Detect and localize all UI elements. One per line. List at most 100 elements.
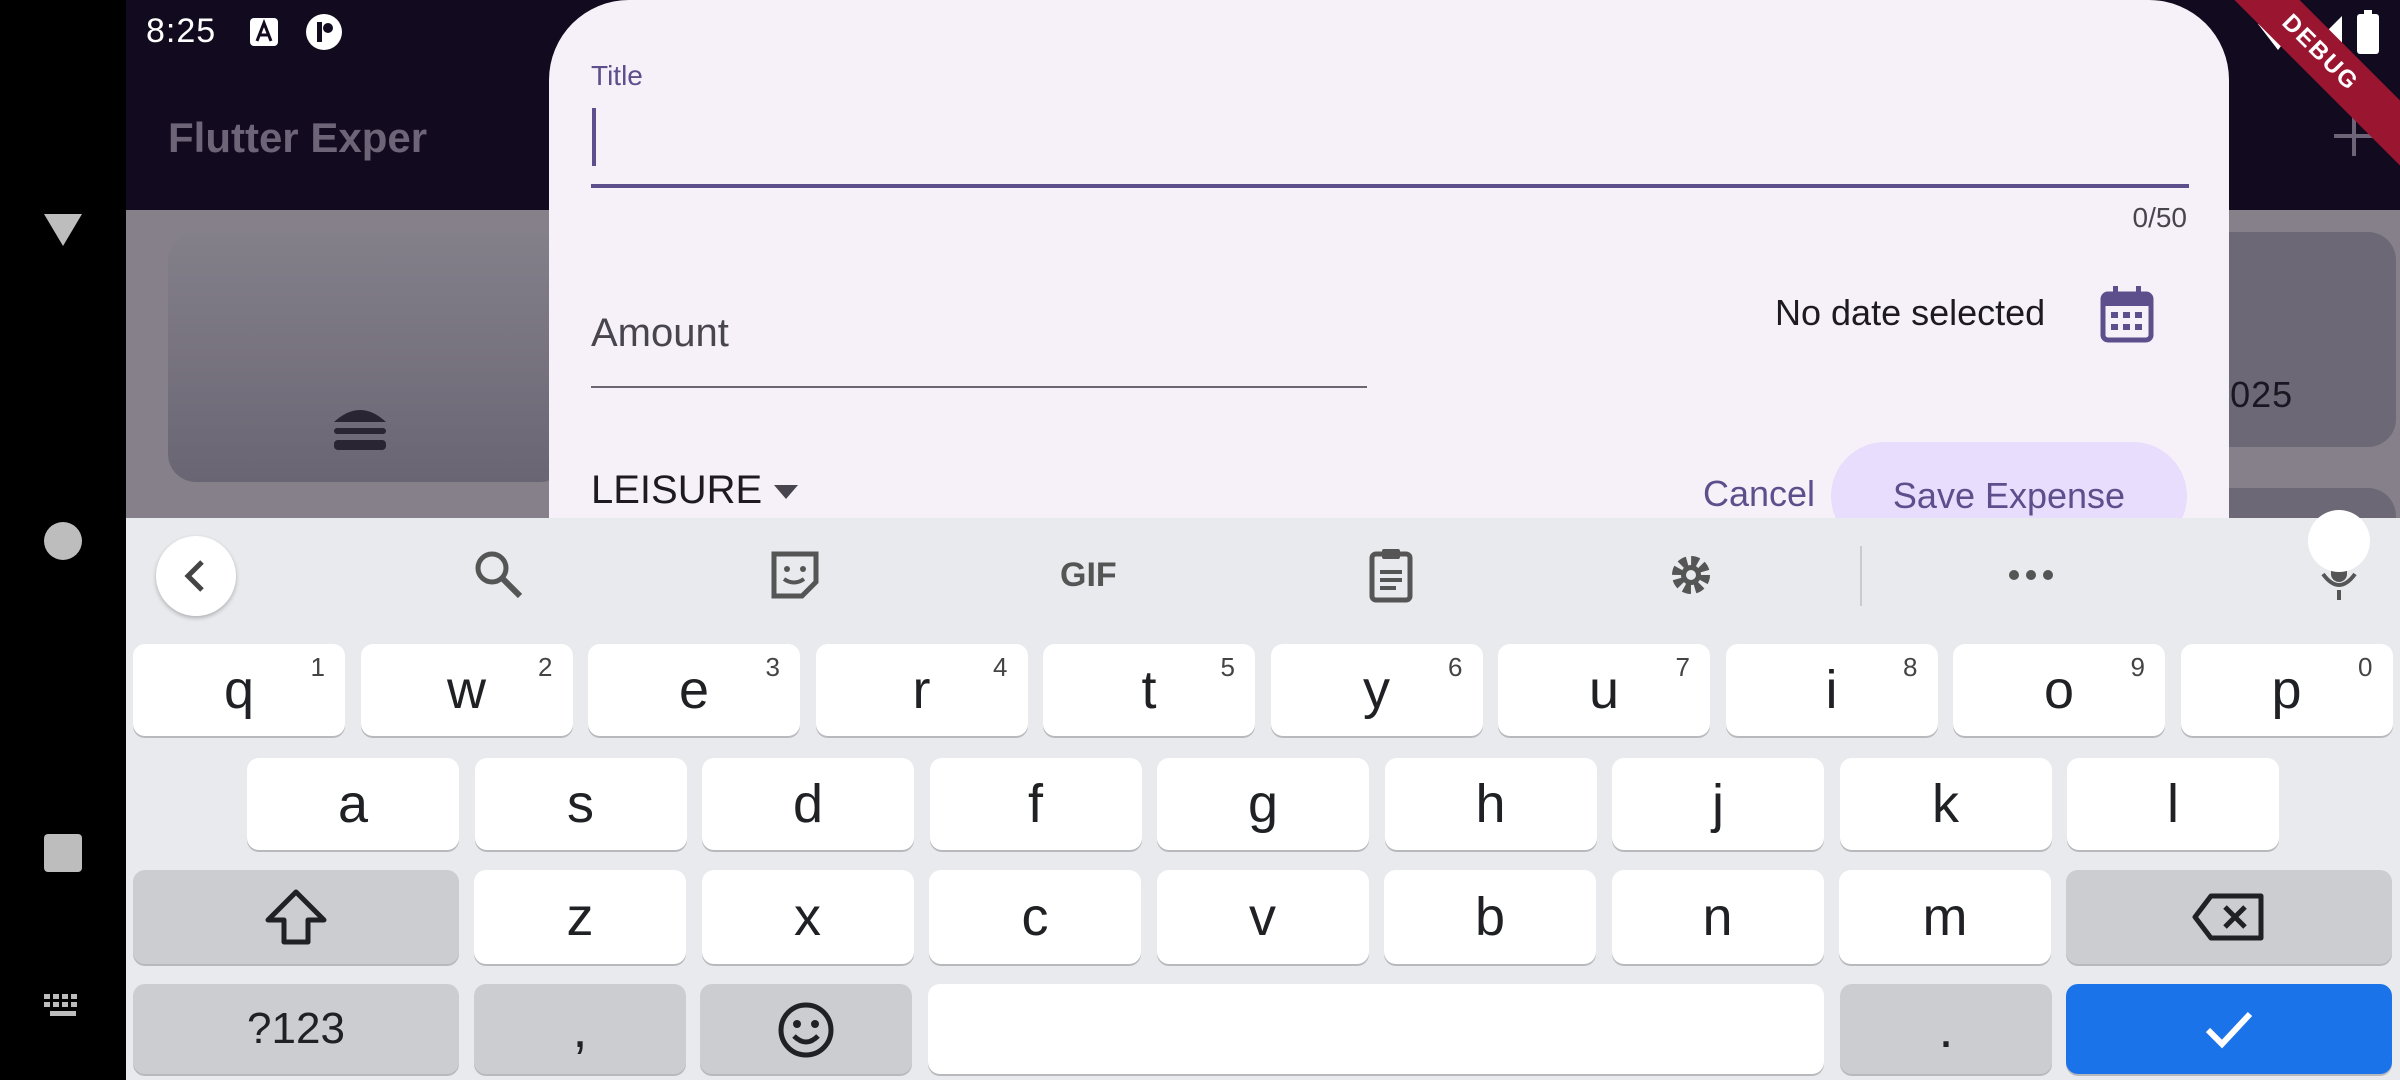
key-z[interactable]: z	[474, 870, 686, 964]
key-l[interactable]: l	[2067, 758, 2279, 850]
key-p[interactable]: p0	[2180, 644, 2393, 736]
check-icon	[2205, 1011, 2253, 1049]
burger-icon	[334, 410, 386, 450]
key-y[interactable]: y6	[1270, 644, 1483, 736]
emoji-key[interactable]	[700, 984, 912, 1074]
home-circle-icon[interactable]	[42, 520, 84, 562]
more-icon[interactable]	[2002, 546, 2060, 604]
clipboard-icon[interactable]	[1362, 546, 1420, 604]
key-label: h	[1475, 774, 1506, 834]
category-dropdown[interactable]: LEISURE	[591, 468, 762, 513]
key-label: x	[794, 887, 821, 947]
gif-icon[interactable]: GIF	[1060, 546, 1140, 604]
key-hint: 3	[765, 652, 780, 682]
calendar-icon[interactable]	[2095, 282, 2159, 346]
key-c[interactable]: c	[929, 870, 1141, 964]
key-hint: 8	[1903, 652, 1918, 682]
back-triangle-icon[interactable]	[42, 208, 84, 250]
title-field-label: Title	[591, 60, 643, 91]
symbols-key[interactable]: ?123	[133, 984, 459, 1074]
key-m[interactable]: m	[1839, 870, 2051, 964]
key-label: b	[1474, 887, 1506, 947]
key-h[interactable]: h	[1384, 758, 1597, 850]
key-u[interactable]: u7	[1498, 644, 1710, 736]
search-icon[interactable]	[470, 546, 528, 604]
key-k[interactable]: k	[1839, 758, 2052, 850]
key-hint: 5	[1220, 652, 1235, 682]
key-f[interactable]: f	[929, 758, 1142, 850]
mic-overlay-dot	[2308, 510, 2370, 572]
key-a[interactable]: a	[247, 758, 459, 850]
key-hint: 6	[1448, 652, 1463, 682]
recents-square-icon[interactable]	[42, 832, 84, 874]
status-time: 8:25	[146, 12, 217, 50]
system-nav-bar	[0, 0, 126, 1080]
key-d[interactable]: d	[702, 758, 914, 850]
app-title: Flutter Exper	[168, 114, 428, 161]
soft-keyboard: GIF ?123 , . q1w2e3r4t5y6u7i8o9p0 a s d f g h j…	[126, 510, 2400, 1080]
key-o[interactable]: o9	[1953, 644, 2165, 736]
shift-icon	[265, 889, 327, 945]
chevron-left-icon	[184, 560, 204, 592]
key-e[interactable]: e3	[588, 644, 800, 736]
key-b[interactable]: b	[1384, 870, 1596, 964]
period-key-label: .	[1938, 999, 1954, 1059]
sticker-icon[interactable]	[766, 546, 824, 604]
shift-key[interactable]	[133, 870, 459, 964]
key-v[interactable]: v	[1156, 870, 1369, 964]
key-hint: 0	[2358, 652, 2373, 682]
key-n[interactable]: n	[1611, 870, 1824, 964]
expense-card[interactable]	[168, 232, 568, 482]
title-char-counter: 0/50	[2132, 202, 2188, 233]
key-label: v	[1249, 887, 1276, 947]
key-label: m	[1922, 887, 1968, 947]
key-i[interactable]: i8	[1725, 644, 1938, 736]
key-hint: 2	[538, 652, 553, 682]
battery-icon	[2357, 10, 2379, 54]
key-g[interactable]: g	[1157, 758, 1369, 850]
toolbar-divider	[1860, 546, 1862, 606]
keyboard-collapse-button[interactable]	[156, 536, 236, 616]
key-label: f	[1027, 774, 1043, 834]
key-q[interactable]: q1	[133, 644, 345, 736]
key-label: g	[1247, 774, 1279, 834]
key-label: a	[337, 774, 369, 834]
dropdown-arrow-icon[interactable]	[771, 480, 801, 504]
key-label: z	[566, 887, 594, 947]
key-hint: 4	[993, 652, 1008, 682]
key-hint: 1	[310, 652, 325, 682]
key-label: s	[567, 774, 594, 834]
key-s[interactable]: s	[474, 758, 687, 850]
selected-date-text: No date selected	[1775, 292, 2046, 333]
key-hint: 9	[2130, 652, 2145, 682]
enter-key[interactable]	[2066, 984, 2392, 1074]
amount-input[interactable]	[591, 280, 1367, 388]
key-j[interactable]: j	[1612, 758, 1824, 850]
backspace-icon	[2192, 893, 2264, 941]
comma-key-label: ,	[572, 999, 588, 1059]
key-label: d	[792, 774, 824, 834]
symbols-key-label: ?123	[247, 1004, 345, 1053]
comma-key[interactable]: ,	[474, 984, 686, 1074]
key-w[interactable]: w2	[360, 644, 573, 736]
key-label: j	[1712, 774, 1724, 834]
key-t[interactable]: t5	[1043, 644, 1255, 736]
font-app-icon	[250, 18, 278, 46]
text-cursor	[592, 108, 596, 166]
gear-icon[interactable]	[1662, 546, 1720, 604]
keyboard-switch-icon[interactable]	[42, 990, 84, 1020]
key-label: k	[1932, 774, 1959, 834]
new-expense-sheet: Title 0/50 No date selected LEISURE Canc…	[549, 0, 2229, 560]
period-key[interactable]: .	[1840, 984, 2052, 1074]
space-key[interactable]	[928, 984, 1824, 1074]
key-x[interactable]: x	[701, 870, 914, 964]
key-label: l	[2167, 774, 2179, 834]
backspace-key[interactable]	[2066, 870, 2392, 964]
key-hint: 7	[1675, 652, 1690, 682]
title-input[interactable]	[591, 100, 2189, 188]
app-notification-icon	[306, 14, 342, 50]
key-label: n	[1702, 887, 1733, 947]
key-label: c	[1021, 887, 1049, 947]
emoji-icon	[778, 1002, 834, 1058]
key-r[interactable]: r4	[815, 644, 1028, 736]
